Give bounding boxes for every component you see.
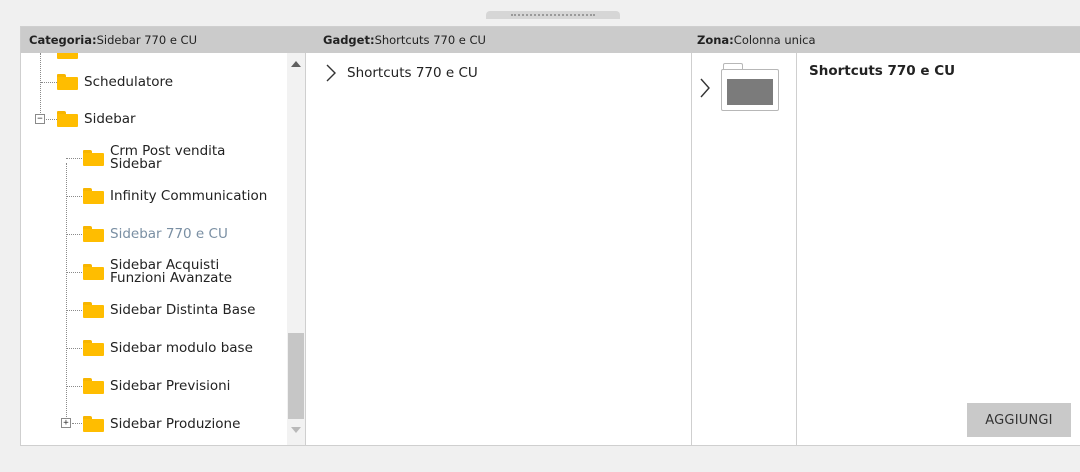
tree-connector: [66, 234, 82, 235]
column-divider: [796, 53, 797, 445]
folder-icon: [83, 188, 104, 204]
chevron-right-icon[interactable]: [699, 77, 711, 103]
tree-connector: [66, 386, 82, 387]
tree-item-label: Sidebar modulo base: [110, 340, 253, 356]
tree-connector: [66, 310, 82, 311]
tree-item-label: Sidebar 770 e CU: [110, 226, 228, 242]
tree-scrollbar[interactable]: [287, 53, 305, 445]
zone-header: Zona:Colonna unica: [697, 27, 816, 53]
tree-item-schedulatore[interactable]: Schedulatore: [21, 65, 287, 101]
category-tree: Schedulatore − Sidebar Crm Post vendita …: [21, 53, 287, 445]
expand-icon[interactable]: +: [61, 418, 71, 428]
scroll-up-icon[interactable]: [291, 61, 301, 67]
folder-icon: [57, 53, 78, 59]
chevron-right-icon: [325, 63, 341, 83]
tree-item-label: Crm Post vendita Sidebar: [110, 143, 226, 172]
tree-item-sidebar-previsioni[interactable]: Sidebar Previsioni: [21, 369, 287, 405]
tree-item-crm-post-vendita[interactable]: Crm Post vendita Sidebar: [21, 141, 287, 177]
tree-item-label: Sidebar Acquisti Funzioni Avanzate: [110, 257, 233, 286]
preview-title: Shortcuts 770 e CU: [809, 63, 956, 79]
tree-item-sidebar-770-e-cu[interactable]: Sidebar 770 e CU: [21, 217, 287, 253]
tree-item-sidebar[interactable]: − Sidebar: [21, 103, 287, 139]
tree-connector: [66, 158, 82, 159]
folder-icon: [57, 111, 78, 127]
tree-item-sidebar-modulo-base[interactable]: Sidebar modulo base: [21, 331, 287, 367]
gadget-item-shortcuts[interactable]: Shortcuts 770 e CU: [325, 61, 478, 85]
folder-icon: [83, 150, 104, 166]
tree-item-sidebar-acquisti[interactable]: Sidebar Acquisti Funzioni Avanzate: [21, 255, 287, 291]
tree-item-sidebar-distinta-base[interactable]: Sidebar Distinta Base: [21, 293, 287, 329]
tree-connector: [41, 82, 57, 83]
gadget-header: Gadget:Shortcuts 770 e CU: [323, 27, 486, 53]
category-header-key: Categoria:: [29, 33, 97, 47]
tree-item-infinity-communication[interactable]: Infinity Communication: [21, 179, 287, 215]
gadget-selection-panel: Categoria:Sidebar 770 e CU Gadget:Shortc…: [20, 26, 1080, 446]
folder-icon: [83, 340, 104, 356]
scroll-down-icon[interactable]: [291, 427, 301, 433]
add-button[interactable]: AGGIUNGI: [967, 403, 1071, 437]
tree-connector: [72, 423, 82, 424]
column-divider: [691, 53, 692, 445]
collapse-icon[interactable]: −: [35, 114, 45, 124]
tree-connector: [66, 272, 82, 273]
folder-icon: [83, 416, 104, 432]
column-divider: [305, 53, 306, 445]
tree-connector: [66, 348, 82, 349]
zone-header-value: Colonna unica: [733, 33, 816, 47]
tree-connector: [46, 119, 57, 120]
panel-header: Categoria:Sidebar 770 e CU Gadget:Shortc…: [21, 27, 1080, 53]
tree-connector: [66, 196, 82, 197]
folder-icon: [83, 302, 104, 318]
tree-item-label: Sidebar Produzione: [110, 416, 241, 432]
folder-icon: [57, 74, 78, 90]
tree-item-label: Sidebar Distinta Base: [110, 302, 256, 318]
gadget-header-key: Gadget:: [323, 33, 375, 47]
scrollbar-thumb[interactable]: [288, 333, 304, 419]
category-header: Categoria:Sidebar 770 e CU: [29, 27, 197, 53]
gadget-header-value: Shortcuts 770 e CU: [374, 33, 486, 47]
tree-item-label: Schedulatore: [84, 74, 174, 90]
splitter-handle[interactable]: [486, 11, 620, 19]
gadget-item-label: Shortcuts 770 e CU: [347, 65, 478, 81]
tree-item-sidebar-produzione[interactable]: + Sidebar Produzione: [21, 407, 287, 443]
folder-icon: [83, 264, 104, 280]
folder-icon: [83, 378, 104, 394]
category-header-value: Sidebar 770 e CU: [96, 33, 197, 47]
zone-header-key: Zona:: [697, 33, 734, 47]
folder-icon: [83, 226, 104, 242]
tree-item-label: Sidebar: [84, 111, 136, 127]
tree-item-label: Sidebar Previsioni: [110, 378, 231, 394]
tree-item-label: Infinity Communication: [110, 188, 268, 204]
gadget-preview-icon: [721, 63, 779, 111]
